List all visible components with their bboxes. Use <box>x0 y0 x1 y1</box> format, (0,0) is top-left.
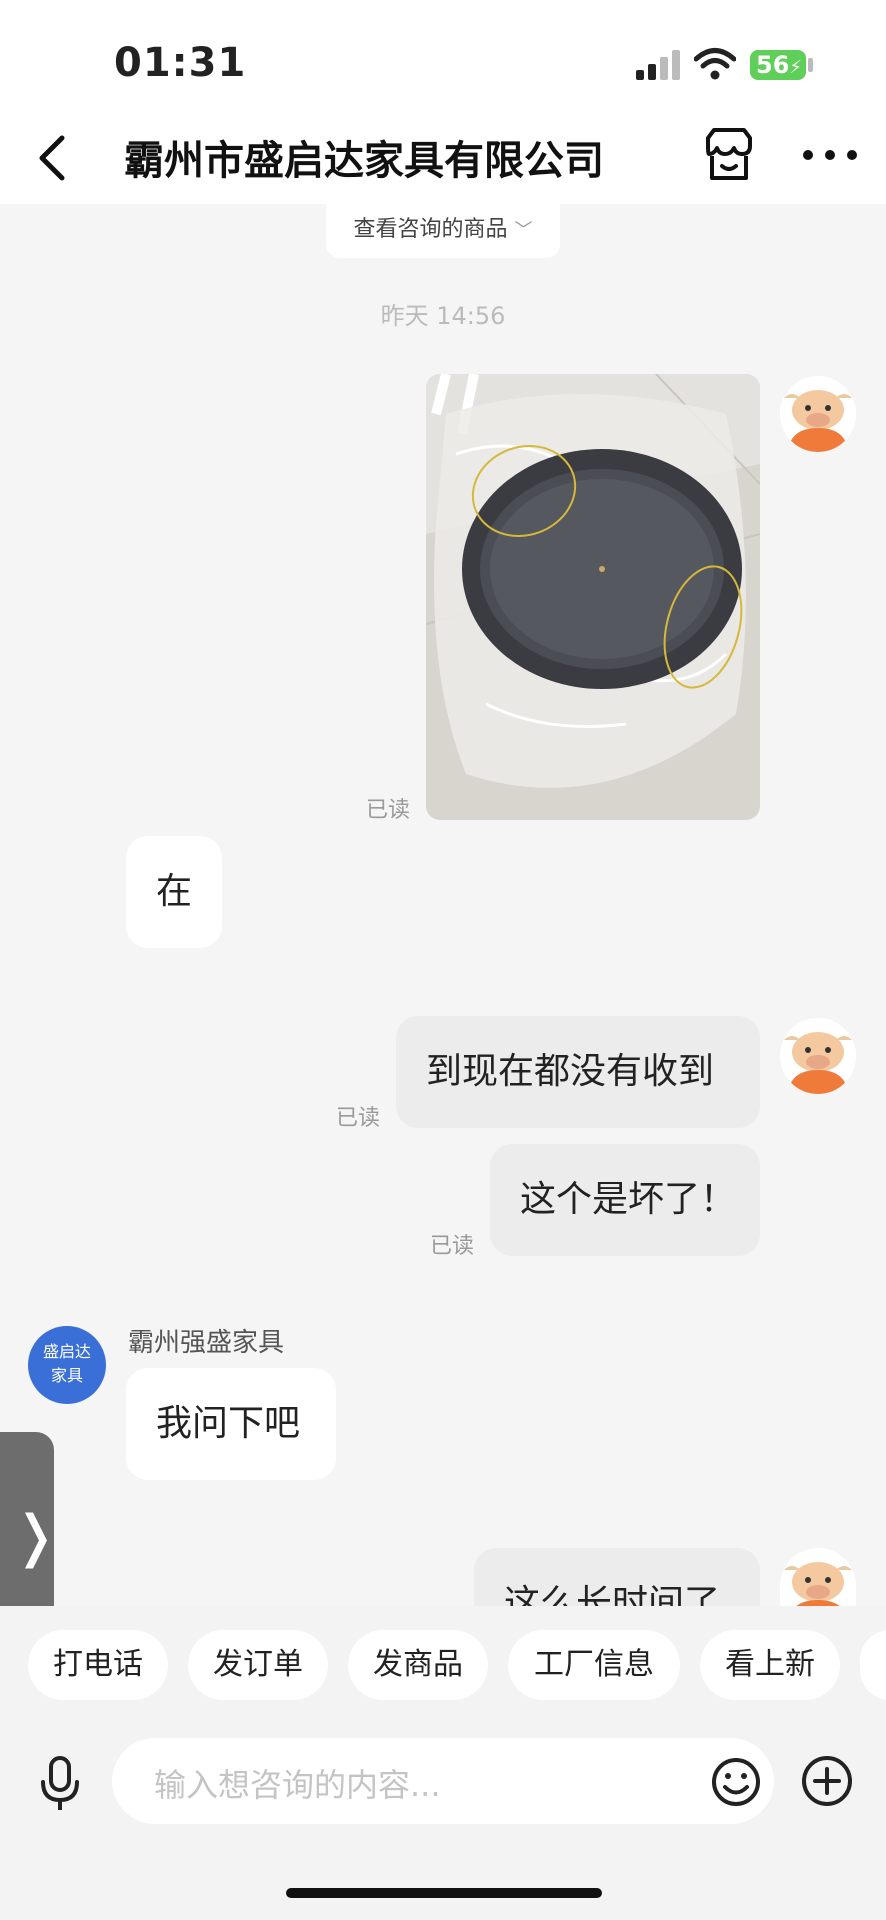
incoming-message: 在 <box>126 836 223 948</box>
message-input[interactable]: 输入想咨询的内容... <box>112 1738 774 1824</box>
view-consulted-goods-tab[interactable]: 查看咨询的商品 ﹀ <box>326 204 560 258</box>
photo-content <box>426 374 760 820</box>
outgoing-message: 这个是坏了！ <box>490 1144 760 1256</box>
chat-timestamp: 昨天 14:56 <box>380 302 506 330</box>
battery-indicator: 56⚡ <box>750 50 806 80</box>
user-avatar[interactable] <box>780 376 856 452</box>
message-input-placeholder: 输入想咨询的内容... <box>154 1766 441 1804</box>
quick-action-send-product[interactable]: 发商品 <box>348 1630 488 1700</box>
shop-avatar-text: 盛启达家具 <box>42 1342 91 1385</box>
status-time: 01:31 <box>114 40 247 86</box>
quick-action-send-order[interactable]: 发订单 <box>188 1630 328 1700</box>
plus-icon[interactable] <box>800 1754 854 1808</box>
chevron-left-icon[interactable] <box>30 130 80 186</box>
user-avatar[interactable] <box>780 1018 856 1094</box>
more-icon[interactable] <box>800 140 860 170</box>
message-text: 这么长时间了 <box>504 1583 721 1606</box>
goods-tab-label: 查看咨询的商品 <box>353 217 508 242</box>
cow-mascot-icon <box>780 1548 856 1606</box>
quick-action-call[interactable]: 打电话 <box>28 1630 168 1700</box>
sender-name: 霸州强盛家具 <box>128 1328 285 1358</box>
mic-icon[interactable] <box>36 1754 84 1814</box>
nav-bar: 霸州市盛启达家具有限公司 <box>0 110 886 204</box>
message-text: 这个是坏了！ <box>520 1179 737 1220</box>
shop-avatar[interactable]: 盛启达家具 <box>28 1326 106 1404</box>
shop-icon[interactable] <box>700 126 758 184</box>
quick-action-more[interactable] <box>860 1630 886 1700</box>
read-receipt: 已读 <box>336 1106 381 1131</box>
user-avatar[interactable] <box>780 1548 856 1606</box>
quick-actions-bar: 打电话 发订单 发商品 工厂信息 看上新 <box>0 1606 886 1730</box>
chevron-right-icon: ❭ <box>12 1504 59 1569</box>
message-text: 到现在都没有收到 <box>426 1051 715 1092</box>
chevron-down-icon: ﹀ <box>514 220 533 241</box>
incoming-message: 我问下吧 <box>126 1368 336 1480</box>
status-bar: 01:31 56⚡ <box>0 0 886 110</box>
read-receipt: 已读 <box>366 798 411 823</box>
battery-level: 56 <box>756 51 790 79</box>
sent-image-broken-tray[interactable] <box>426 374 760 820</box>
cow-mascot-icon <box>780 376 856 452</box>
outgoing-message: 这么长时间了 <box>474 1548 760 1606</box>
message-text: 在 <box>156 871 193 912</box>
signal-icon <box>636 50 680 80</box>
outgoing-message: 到现在都没有收到 <box>396 1016 760 1128</box>
home-indicator <box>286 1888 602 1898</box>
battery-cap <box>808 58 813 72</box>
quick-action-new-arrivals[interactable]: 看上新 <box>700 1630 840 1700</box>
page-title: 霸州市盛启达家具有限公司 <box>124 138 604 184</box>
read-receipt: 已读 <box>430 1234 475 1259</box>
emoji-icon[interactable] <box>710 1756 762 1808</box>
wifi-icon <box>694 48 736 80</box>
cow-mascot-icon <box>780 1018 856 1094</box>
quick-action-factory-info[interactable]: 工厂信息 <box>508 1630 680 1700</box>
message-text: 我问下吧 <box>156 1403 301 1444</box>
